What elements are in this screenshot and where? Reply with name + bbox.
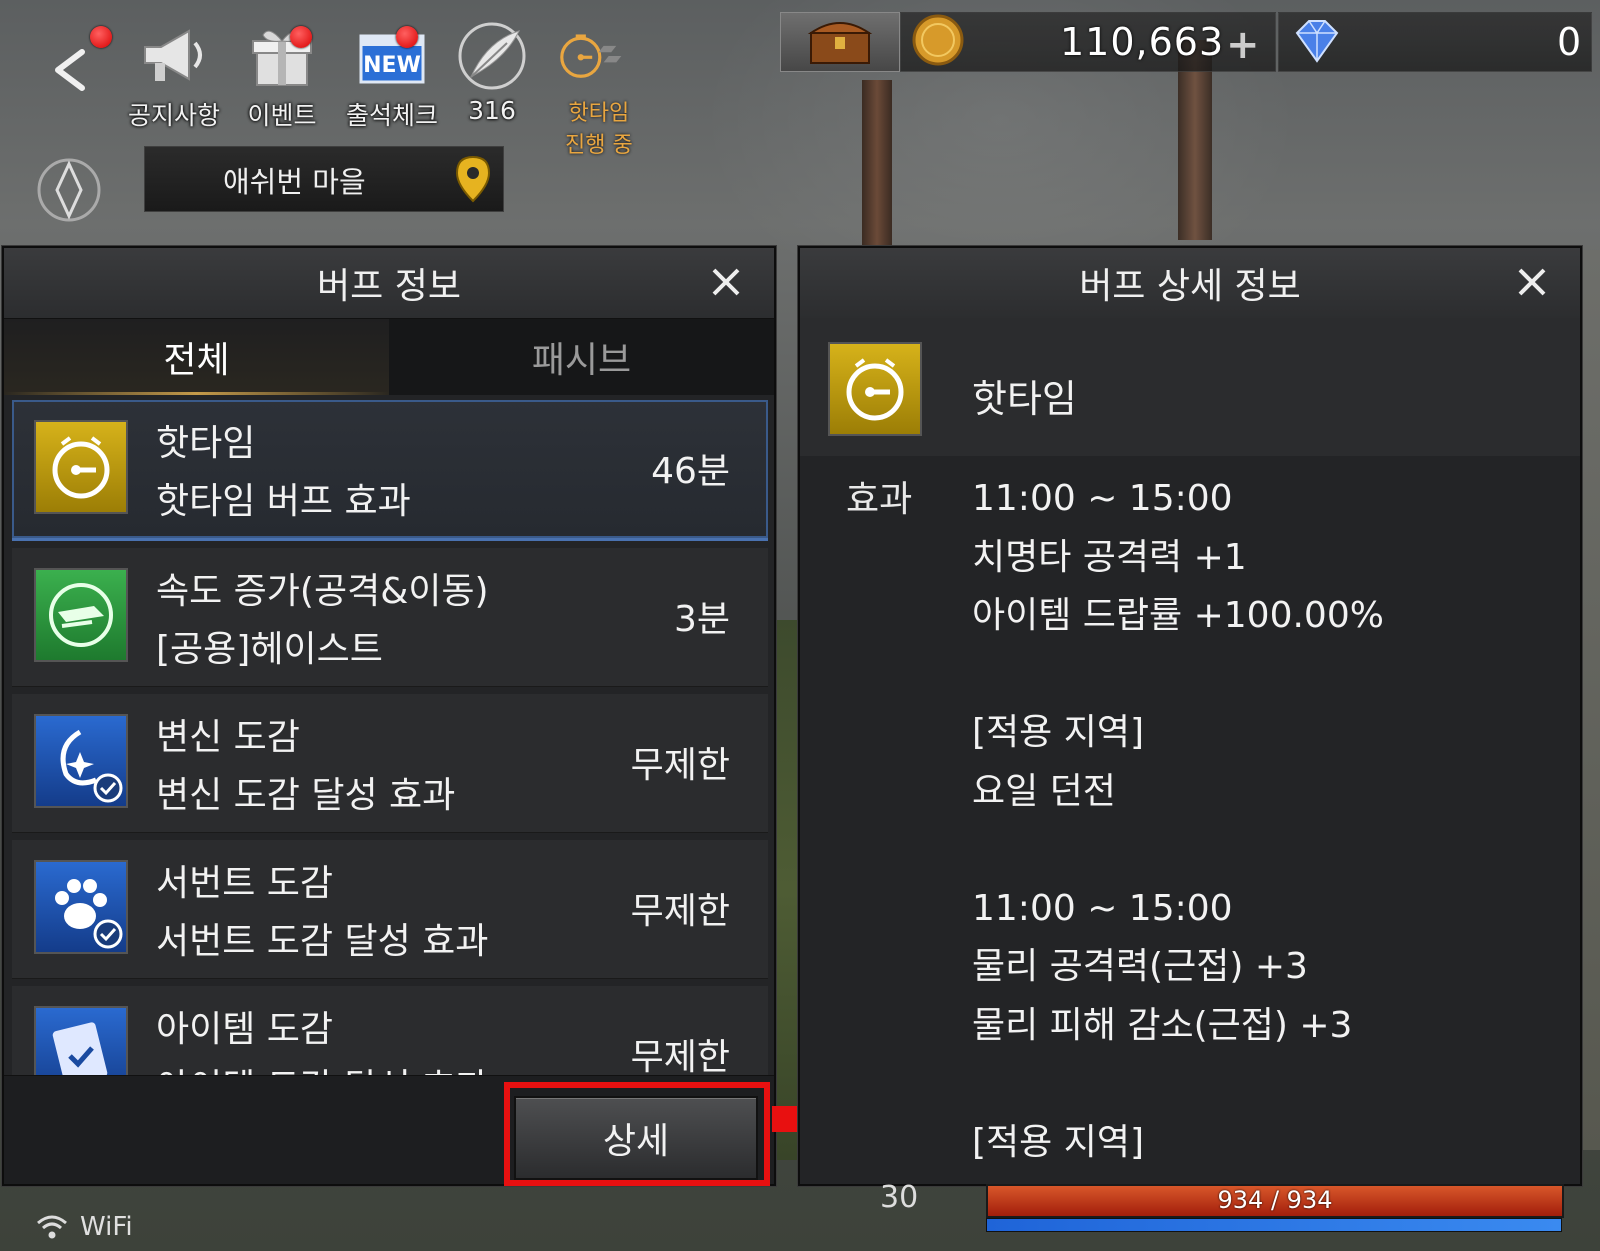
transform-collection-icon xyxy=(34,714,128,808)
hottime-clock-icon xyxy=(34,420,128,514)
buff-detail-title-bar: 버프 상세 정보 xyxy=(800,248,1580,319)
back-button[interactable] xyxy=(44,26,112,100)
buff-duration: 3분 xyxy=(673,599,730,640)
hottime-progress: 진행 중 xyxy=(565,133,633,158)
buff-row-item-collection[interactable]: 아이템 도감 아이템 도감 달성 효과 무제한 xyxy=(12,986,768,1076)
compass-icon[interactable] xyxy=(34,150,104,230)
buff-info-title-bar: 버프 정보 xyxy=(4,248,774,319)
effect-label: 효과 xyxy=(846,479,913,520)
wifi-icon xyxy=(37,1215,67,1239)
buff-name: 서번트 도감 xyxy=(156,863,334,904)
item-collection-icon xyxy=(34,1006,128,1076)
hottime-label: 핫타임 xyxy=(568,101,630,126)
treasure-chest-icon xyxy=(807,22,873,64)
feather-button[interactable]: 316 xyxy=(454,18,530,125)
wifi-status: WiFi xyxy=(36,1212,133,1242)
buff-source: 변신 도감 달성 효과 xyxy=(156,775,456,816)
hottime-clock-icon xyxy=(828,342,922,436)
close-icon[interactable] xyxy=(1512,262,1552,302)
hottime-status: 핫타임 진행 중 xyxy=(565,98,633,162)
feather-icon xyxy=(454,18,530,94)
effect-description[interactable]: 11:00 ~ 15:00 치명타 공격력 +1 아이템 드랍률 +100.00… xyxy=(972,470,1562,1170)
event-button[interactable]: 이벤트 xyxy=(244,18,320,132)
buff-row-haste[interactable]: 속도 증가(공격&이동) [공용]헤이스트 3분 xyxy=(12,548,768,687)
mp-bar xyxy=(986,1218,1562,1232)
buff-duration: 무제한 xyxy=(630,1037,730,1076)
buff-source: [공용]헤이스트 xyxy=(156,629,383,670)
notice-button[interactable]: 공지사항 xyxy=(128,18,220,132)
haste-icon xyxy=(34,568,128,662)
effect-line xyxy=(972,821,1562,880)
location-pin-icon xyxy=(455,155,491,203)
notice-label: 공지사항 xyxy=(128,101,221,130)
buff-row-hottime[interactable]: 핫타임 핫타임 버프 효과 46분 xyxy=(12,400,768,541)
buff-row-servant-collection[interactable]: 서번트 도감 서번트 도감 달성 효과 무제한 xyxy=(12,840,768,979)
effect-line: [적용 지역] xyxy=(972,1121,1145,1163)
buff-detail-name: 핫타임 xyxy=(972,377,1077,421)
new-badge-text: NEW xyxy=(363,53,421,78)
location-name: 애쉬번 마을 xyxy=(223,165,366,199)
wifi-label: WiFi xyxy=(80,1212,133,1242)
effect-line xyxy=(972,646,1562,705)
level-indicator: 30 xyxy=(880,1180,919,1215)
attendance-label: 출석체크 xyxy=(346,101,439,130)
gold-amount: 110,663 xyxy=(1060,20,1225,64)
hottime-button[interactable] xyxy=(558,18,634,94)
add-gold-button[interactable]: + xyxy=(1226,22,1260,68)
buff-source: 핫타임 버프 효과 xyxy=(156,481,411,522)
effect-line: 물리 공격력(근접) +3 xyxy=(972,946,1308,987)
buff-info-title: 버프 정보 xyxy=(317,266,461,307)
treasure-chest-button[interactable] xyxy=(780,12,900,72)
attendance-button[interactable]: NEW 출석체크 xyxy=(346,18,438,132)
servant-collection-icon xyxy=(34,860,128,954)
notification-dot xyxy=(90,26,112,48)
tab-all[interactable]: 전체 xyxy=(4,319,389,395)
notification-dot xyxy=(290,26,312,48)
effect-line xyxy=(972,1055,1562,1114)
buff-source: 아이템 도감 달성 효과 xyxy=(156,1058,488,1076)
close-icon[interactable] xyxy=(706,262,746,302)
location-bar[interactable]: 애쉬번 마을 xyxy=(144,146,504,212)
buff-tabs: 전체 패시브 xyxy=(4,319,774,395)
buff-panel-footer: 상세 xyxy=(4,1075,774,1184)
tab-passive[interactable]: 패시브 xyxy=(389,319,774,395)
feather-count: 316 xyxy=(468,96,516,125)
buff-name: 속도 증가(공격&이동) xyxy=(156,571,489,612)
hp-bar: 934 / 934 xyxy=(986,1184,1564,1218)
effect-line: 요일 던전 xyxy=(972,770,1116,812)
buff-detail-panel: 버프 상세 정보 핫타임 효과 11:00 ~ 15:00 치명타 공격력 +1… xyxy=(798,246,1582,1186)
effect-line: [적용 지역] xyxy=(972,712,1145,753)
buff-name: 변신 도감 xyxy=(156,717,300,758)
buff-source: 서번트 도감 달성 효과 xyxy=(156,921,489,962)
event-label: 이벤트 xyxy=(247,101,317,130)
effect-line: 치명타 공격력 +1 xyxy=(972,536,1247,578)
buff-name: 아이템 도감 xyxy=(156,1009,334,1050)
diamond-bar xyxy=(1278,12,1592,72)
chevron-left-icon xyxy=(55,49,85,91)
buff-detail-title: 버프 상세 정보 xyxy=(1079,266,1301,307)
buff-row-transform-collection[interactable]: 변신 도감 변신 도감 달성 효과 무제한 xyxy=(12,694,768,833)
lamp-post xyxy=(862,80,892,260)
diamond-icon xyxy=(1295,20,1339,63)
hottime-clock-icon xyxy=(558,18,634,94)
buff-duration: 무제한 xyxy=(630,745,730,786)
calendar-new-icon: NEW xyxy=(354,18,430,94)
notification-dot xyxy=(396,26,418,48)
effect-line: 11:00 ~ 15:00 xyxy=(972,478,1233,519)
buff-list[interactable]: 핫타임 핫타임 버프 효과 46분 속도 증가(공격&이동) [공용]헤이스트 … xyxy=(12,400,768,1076)
gold-coin-icon xyxy=(912,14,964,66)
effect-line: 아이템 드랍률 +100.00% xyxy=(972,595,1384,636)
buff-duration: 46분 xyxy=(651,451,730,492)
detail-button[interactable]: 상세 xyxy=(514,1096,758,1180)
megaphone-icon xyxy=(136,18,212,94)
buff-duration: 무제한 xyxy=(630,891,730,932)
buff-name: 핫타임 xyxy=(156,423,256,464)
hp-text: 934 / 934 xyxy=(1217,1186,1333,1214)
diamond-amount: 0 xyxy=(1557,20,1582,64)
effect-line: 11:00 ~ 15:00 xyxy=(972,887,1233,929)
effect-line: 물리 피해 감소(근접) +3 xyxy=(972,1004,1353,1046)
buff-info-panel: 버프 정보 전체 패시브 핫타임 핫타임 버프 효과 46분 속도 증가(공격&… xyxy=(2,246,776,1186)
